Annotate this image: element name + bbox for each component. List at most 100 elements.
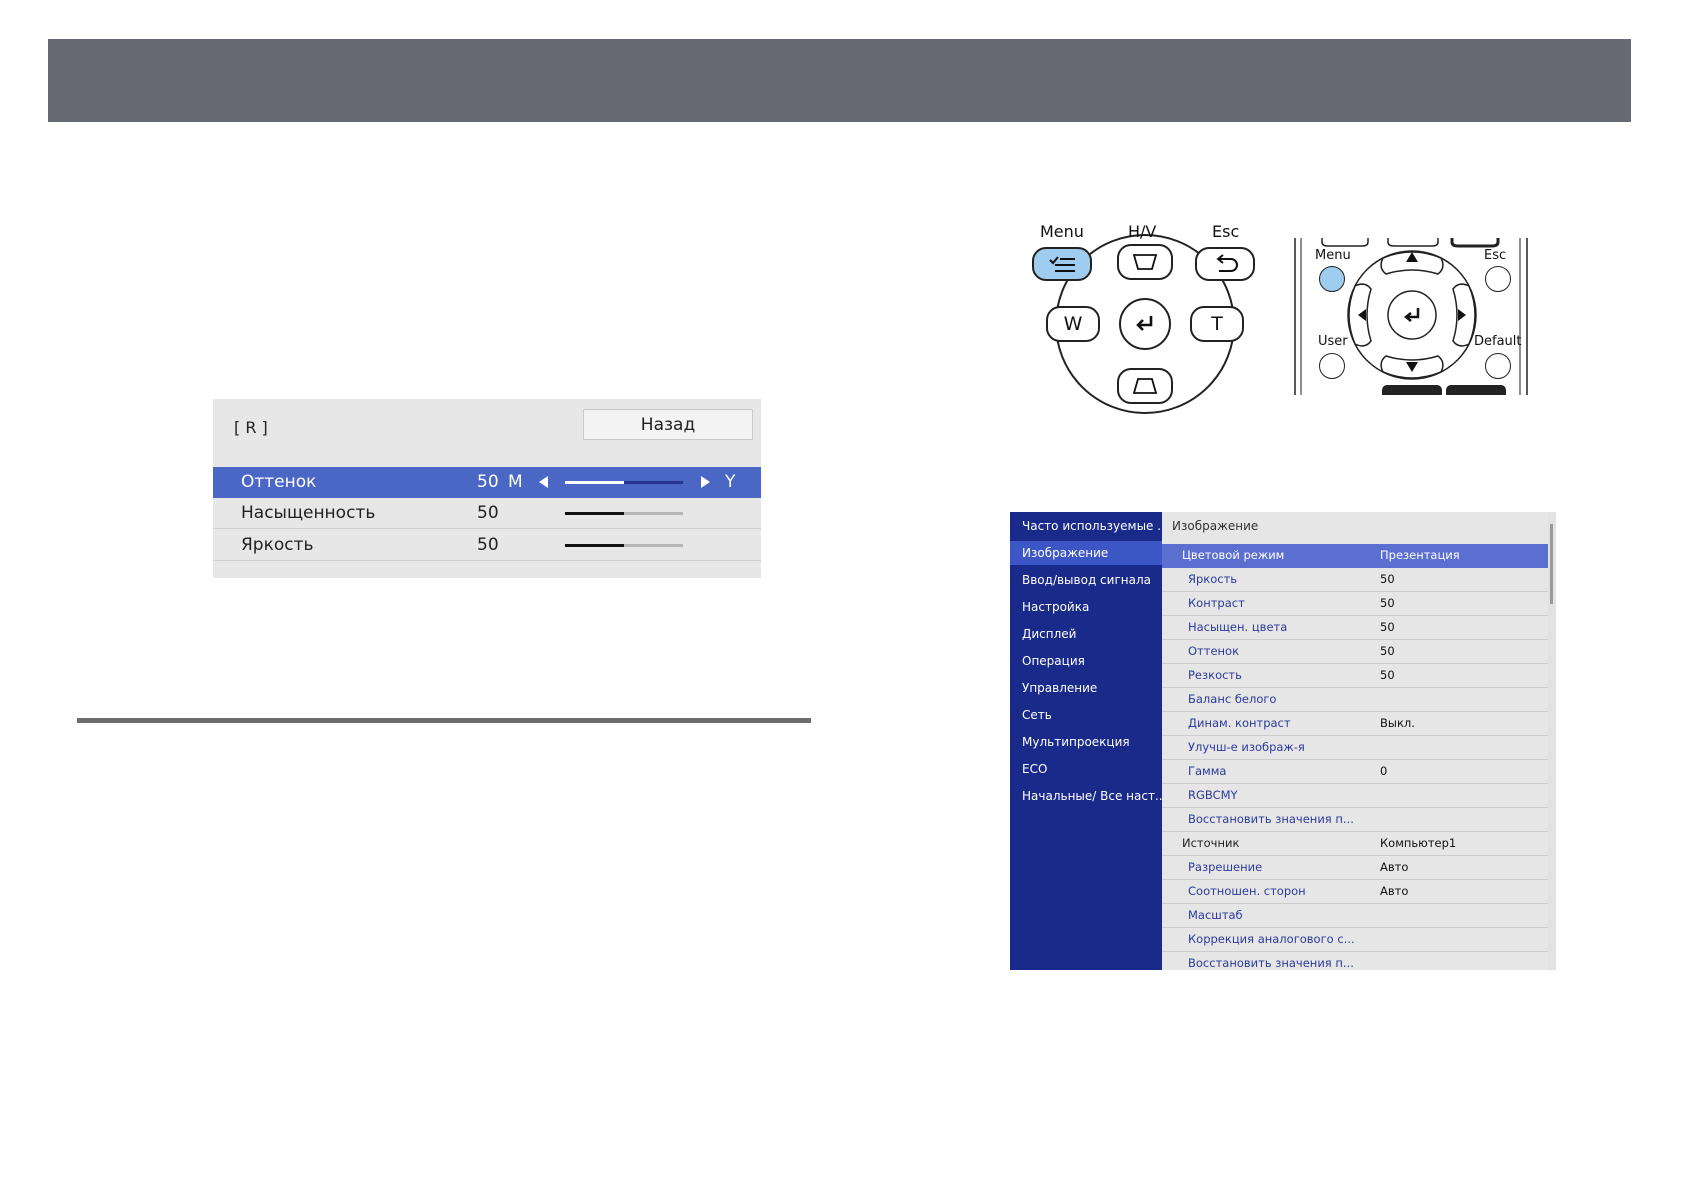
remote-default-label: Default	[1474, 334, 1522, 349]
menu-row[interactable]: Баланс белого	[1162, 688, 1548, 712]
menu-row-value: 50	[1380, 572, 1395, 586]
remote-user-label: User	[1318, 334, 1348, 349]
remote-control-illustration: Menu Esc User Default	[1292, 238, 1530, 395]
right-mark: Y	[725, 472, 736, 492]
menu-sidebar-item[interactable]: Ввод/вывод сигнала	[1010, 568, 1162, 592]
menu-row[interactable]: Насыщен. цвета 50	[1162, 616, 1548, 640]
menu-section-title: Изображение	[1172, 519, 1259, 533]
adjust-row-saturation[interactable]: Насыщенность 50	[213, 498, 761, 529]
menu-sidebar-item[interactable]: Управление	[1010, 676, 1162, 700]
adjust-row-hue[interactable]: Оттенок 50 M Y	[213, 467, 761, 498]
increase-arrow-icon[interactable]	[701, 476, 710, 488]
menu-row-label: RGBCMY	[1188, 788, 1238, 802]
slider-track[interactable]	[565, 480, 683, 484]
keystone-up-key[interactable]	[1117, 244, 1173, 280]
menu-row-value: Презентация	[1380, 548, 1460, 562]
menu-sidebar-item[interactable]: Дисплей	[1010, 622, 1162, 646]
menu-row[interactable]: RGBCMY	[1162, 784, 1548, 808]
menu-list-icon	[1049, 256, 1075, 272]
menu-row[interactable]: Контраст 50	[1162, 592, 1548, 616]
enter-icon	[1136, 316, 1153, 331]
back-button[interactable]: Назад	[583, 409, 753, 440]
hv-key-label: H/V	[1128, 222, 1157, 241]
menu-row-label: Соотношен. сторон	[1188, 884, 1306, 898]
keystone-down-key[interactable]	[1117, 368, 1173, 404]
esc-key[interactable]	[1195, 247, 1255, 281]
menu-row-label: Цветовой режим	[1182, 548, 1285, 562]
menu-sidebar-item[interactable]: Начальные/ Все наст...	[1010, 784, 1162, 808]
menu-row-value: Авто	[1380, 860, 1409, 874]
menu-row[interactable]: Резкость 50	[1162, 664, 1548, 688]
row-value: 50	[477, 535, 499, 555]
menu-row-label: Баланс белого	[1188, 692, 1277, 706]
menu-row-value: Выкл.	[1380, 716, 1415, 730]
decrease-arrow-icon[interactable]	[539, 476, 548, 488]
menu-row[interactable]: Коррекция аналогового с...	[1162, 928, 1548, 952]
remote-default-button[interactable]	[1485, 353, 1511, 379]
left-mark: M	[508, 472, 523, 492]
menu-row-label: Динам. контраст	[1188, 716, 1291, 730]
menu-sidebar-item[interactable]: Изображение	[1010, 541, 1162, 565]
menu-scroll-thumb[interactable]	[1550, 524, 1553, 604]
control-panel-illustration: Menu H/V Esc W T	[1030, 215, 1260, 415]
menu-row-label: Яркость	[1188, 572, 1238, 586]
row-label: Яркость	[241, 535, 314, 555]
menu-key-label: Menu	[1040, 222, 1084, 241]
menu-row-value: 0	[1380, 764, 1388, 778]
remote-menu-button[interactable]	[1319, 266, 1345, 292]
tele-key[interactable]: T	[1190, 306, 1244, 342]
slider-track[interactable]	[565, 511, 683, 515]
menu-row[interactable]: Оттенок 50	[1162, 640, 1548, 664]
menu-row[interactable]: Разрешение Авто	[1162, 856, 1548, 880]
menu-row-label: Масштаб	[1188, 908, 1243, 922]
menu-row[interactable]: Цветовой режим Презентация	[1162, 544, 1548, 568]
menu-row-label: Источник	[1182, 836, 1240, 850]
menu-row-label: Гамма	[1188, 764, 1227, 778]
wide-key[interactable]: W	[1046, 306, 1100, 342]
slider-fill	[565, 480, 624, 484]
menu-sidebar: Часто используемые ... Изображение Ввод/вы…	[1010, 512, 1162, 970]
keystone-icon	[1132, 254, 1158, 270]
menu-row[interactable]: Соотношен. сторон Авто	[1162, 880, 1548, 904]
menu-row-value: 50	[1380, 620, 1395, 634]
slider-fill	[565, 543, 624, 547]
menu-content: Изображение Цветовой режим Презентация Ярк…	[1162, 512, 1548, 970]
row-value: 50	[477, 472, 499, 492]
menu-row-value: 50	[1380, 668, 1395, 682]
menu-key[interactable]	[1032, 247, 1092, 281]
remote-esc-button[interactable]	[1485, 266, 1511, 292]
menu-row-label: Контраст	[1188, 596, 1245, 610]
menu-row[interactable]: Источник Компьютер1	[1162, 832, 1548, 856]
header-bar	[48, 39, 1631, 122]
keystone-icon	[1132, 378, 1158, 394]
menu-row[interactable]: Яркость 50	[1162, 568, 1548, 592]
menu-sidebar-item[interactable]: Часто используемые ...	[1010, 514, 1162, 538]
menu-sidebar-item[interactable]: ECO	[1010, 757, 1162, 781]
row-label: Оттенок	[241, 472, 317, 492]
slider-track[interactable]	[565, 543, 683, 547]
menu-row[interactable]: Улучш-е изображ-я	[1162, 736, 1548, 760]
panel-title: [ R ]	[234, 418, 268, 437]
menu-sidebar-item[interactable]: Сеть	[1010, 703, 1162, 727]
menu-row-value: Авто	[1380, 884, 1409, 898]
menu-sidebar-item[interactable]: Операция	[1010, 649, 1162, 673]
section-divider	[77, 718, 811, 723]
menu-row[interactable]: Восстановить значения п...	[1162, 952, 1548, 970]
remote-user-button[interactable]	[1319, 353, 1345, 379]
menu-row-label: Оттенок	[1188, 644, 1240, 658]
color-adjust-panel: [ R ] Назад Оттенок 50 M Y Насыщенность …	[213, 399, 761, 578]
remote-esc-label: Esc	[1484, 248, 1507, 263]
menu-row-value: 50	[1380, 644, 1395, 658]
adjust-row-brightness[interactable]: Яркость 50	[213, 530, 761, 561]
menu-sidebar-item[interactable]: Настройка	[1010, 595, 1162, 619]
menu-row[interactable]: Восстановить значения п...	[1162, 808, 1548, 832]
menu-row[interactable]: Масштаб	[1162, 904, 1548, 928]
menu-row[interactable]: Динам. контраст Выкл.	[1162, 712, 1548, 736]
menu-row[interactable]: Гамма 0	[1162, 760, 1548, 784]
menu-row-label: Восстановить значения п...	[1188, 956, 1354, 970]
esc-key-label: Esc	[1212, 222, 1240, 241]
menu-sidebar-item[interactable]: Мультипроекция	[1010, 730, 1162, 754]
enter-key[interactable]	[1119, 298, 1171, 350]
menu-row-value: Компьютер1	[1380, 836, 1457, 850]
menu-row-label: Улучш-е изображ-я	[1188, 740, 1305, 754]
